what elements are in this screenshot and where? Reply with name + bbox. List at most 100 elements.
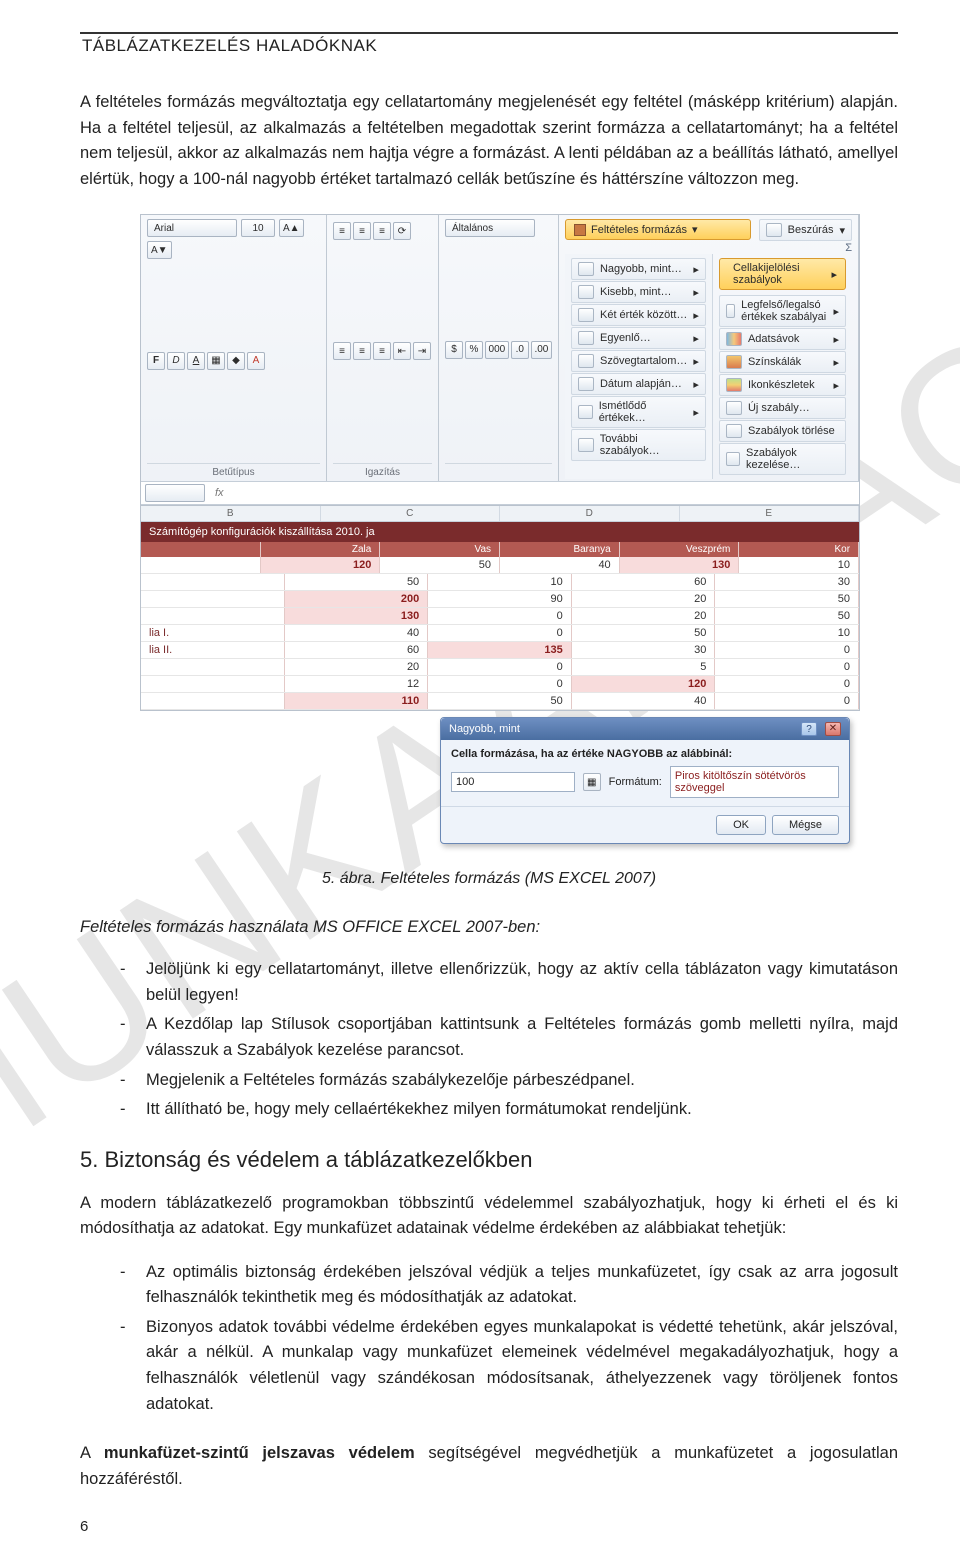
inc-dec-button[interactable]: .0 xyxy=(511,341,529,359)
table-cell[interactable]: 90 xyxy=(428,591,572,607)
font-size-combo[interactable]: 10 xyxy=(241,219,275,237)
align-right-button[interactable]: ≡ xyxy=(373,342,391,360)
chevron-right-icon: ▸ xyxy=(833,305,839,318)
chevron-right-icon: ▸ xyxy=(693,378,699,391)
fill-color-button[interactable]: ◆ xyxy=(227,352,245,370)
table-cell[interactable]: 30 xyxy=(572,642,716,658)
table-cell[interactable]: 50 xyxy=(572,625,716,641)
sheet-title-bar: Számítógép konfigurációk kiszállítása 20… xyxy=(141,522,859,542)
table-cell[interactable]: 0 xyxy=(428,659,572,675)
grow-font-button[interactable]: A▲ xyxy=(279,219,304,237)
table-cell[interactable]: 120 xyxy=(261,557,381,573)
indent-inc-button[interactable]: ⇥ xyxy=(413,342,431,360)
table-cell[interactable]: 0 xyxy=(428,625,572,641)
table-cell[interactable]: 110 xyxy=(285,693,429,709)
percent-button[interactable]: % xyxy=(465,341,483,359)
conditional-format-button[interactable]: Feltételes formázás ▾ xyxy=(565,219,751,240)
table-cell[interactable]: 40 xyxy=(500,557,620,573)
column-letter[interactable]: B xyxy=(141,506,321,521)
table-cell[interactable]: 12 xyxy=(285,676,429,692)
close-icon[interactable]: ✕ xyxy=(825,722,841,736)
column-letter[interactable]: C xyxy=(321,506,501,521)
border-button[interactable]: ▦ xyxy=(207,352,225,370)
table-cell[interactable]: 130 xyxy=(285,608,429,624)
table-cell[interactable]: 120 xyxy=(572,676,716,692)
rule-icon xyxy=(726,424,742,438)
font-color-button[interactable]: A xyxy=(247,352,265,370)
cond-fmt-menu-item[interactable]: Legfelső/legalsó értékek szabályai▸ xyxy=(719,295,846,327)
cond-fmt-menu-item[interactable]: Szabályok kezelése… xyxy=(719,443,846,475)
table-cell[interactable]: 50 xyxy=(285,574,429,590)
rule-icon xyxy=(726,401,742,415)
shrink-font-button[interactable]: A▼ xyxy=(147,241,172,259)
cond-fmt-menu-item[interactable]: Új szabály… xyxy=(719,397,846,419)
cond-fmt-menu-item[interactable]: Dátum alapján…▸ xyxy=(571,373,706,395)
table-cell[interactable]: 135 xyxy=(428,642,572,658)
cond-fmt-menu-item[interactable]: Két érték között…▸ xyxy=(571,304,706,326)
highlight-rules-item[interactable]: Cellakijelölési szabályok▸ xyxy=(719,258,846,290)
italic-button[interactable]: D xyxy=(167,352,185,370)
cond-fmt-menu-item[interactable]: Nagyobb, mint…▸ xyxy=(571,258,706,280)
insert-button[interactable]: Beszúrás ▾ xyxy=(759,219,852,241)
column-letter[interactable]: E xyxy=(680,506,860,521)
table-cell[interactable]: 50 xyxy=(428,693,572,709)
align-bot-button[interactable]: ≡ xyxy=(373,222,391,240)
align-mid-button[interactable]: ≡ xyxy=(353,222,371,240)
ok-button[interactable]: OK xyxy=(716,815,766,835)
table-row: lia I.4005010 xyxy=(141,625,859,642)
align-top-button[interactable]: ≡ xyxy=(333,222,351,240)
cancel-button[interactable]: Mégse xyxy=(772,815,839,835)
font-name-combo[interactable]: Arial xyxy=(147,219,237,237)
comma-button[interactable]: 000 xyxy=(485,341,509,359)
align-center-button[interactable]: ≡ xyxy=(353,342,371,360)
help-icon[interactable]: ? xyxy=(801,722,817,736)
cond-fmt-menu-item[interactable]: Kisebb, mint…▸ xyxy=(571,281,706,303)
table-cell[interactable]: 20 xyxy=(572,591,716,607)
table-cell[interactable]: 130 xyxy=(620,557,740,573)
cond-fmt-menu-item[interactable]: Egyenlő…▸ xyxy=(571,327,706,349)
table-cell[interactable]: 0 xyxy=(428,608,572,624)
panel-label-font: Betűtípus xyxy=(147,463,320,479)
underline-button[interactable]: A xyxy=(187,352,205,370)
cond-fmt-menu-item[interactable]: Szabályok törlése xyxy=(719,420,846,442)
range-picker-icon[interactable]: ▦ xyxy=(583,773,601,791)
rule-icon xyxy=(578,331,594,345)
format-select[interactable]: Piros kitöltőszín sötétvörös szöveggel xyxy=(670,766,839,798)
table-cell[interactable]: 60 xyxy=(285,642,429,658)
name-box[interactable] xyxy=(145,484,205,502)
fx-icon[interactable]: fx xyxy=(209,487,230,499)
chevron-right-icon: ▸ xyxy=(693,355,699,368)
table-cell[interactable]: 20 xyxy=(285,659,429,675)
column-letter[interactable]: D xyxy=(500,506,680,521)
indent-dec-button[interactable]: ⇤ xyxy=(393,342,411,360)
table-row: 200902050 xyxy=(141,591,859,608)
table-cell[interactable]: 60 xyxy=(572,574,716,590)
list-item: A Kezdőlap lap Stílusok csoportjában kat… xyxy=(120,1012,898,1063)
orientation-button[interactable]: ⟳ xyxy=(393,222,411,240)
usage-subhead: Feltételes formázás használata MS OFFICE… xyxy=(80,918,898,937)
cond-fmt-menu-item[interactable]: Színskálák▸ xyxy=(719,351,846,373)
table-cell[interactable]: 0 xyxy=(428,676,572,692)
cond-fmt-menu-item[interactable]: Adatsávok▸ xyxy=(719,328,846,350)
rule-icon xyxy=(578,354,594,368)
table-cell[interactable]: 5 xyxy=(572,659,716,675)
table-cell[interactable]: 40 xyxy=(285,625,429,641)
cond-fmt-menu-item[interactable]: Szövegtartalom…▸ xyxy=(571,350,706,372)
table-cell[interactable]: 20 xyxy=(572,608,716,624)
sigma-icon[interactable]: Σ xyxy=(759,242,852,254)
chevron-right-icon: ▸ xyxy=(693,263,699,276)
cond-fmt-menu-item[interactable]: Ismétlődő értékek…▸ xyxy=(571,396,706,428)
table-cell[interactable]: 10 xyxy=(428,574,572,590)
cond-fmt-menu-item[interactable]: Ikonkészletek▸ xyxy=(719,374,846,396)
table-col-header: Zala xyxy=(261,542,381,557)
number-format-combo[interactable]: Általános xyxy=(445,219,535,237)
table-cell[interactable]: 50 xyxy=(380,557,500,573)
threshold-input[interactable]: 100 xyxy=(451,772,575,792)
table-cell[interactable]: 200 xyxy=(285,591,429,607)
cond-fmt-menu-item[interactable]: További szabályok… xyxy=(571,429,706,461)
currency-button[interactable]: $ xyxy=(445,341,463,359)
align-left-button[interactable]: ≡ xyxy=(333,342,351,360)
bold-button[interactable]: F xyxy=(147,352,165,370)
table-cell[interactable]: 40 xyxy=(572,693,716,709)
dec-dec-button[interactable]: .00 xyxy=(531,341,552,359)
